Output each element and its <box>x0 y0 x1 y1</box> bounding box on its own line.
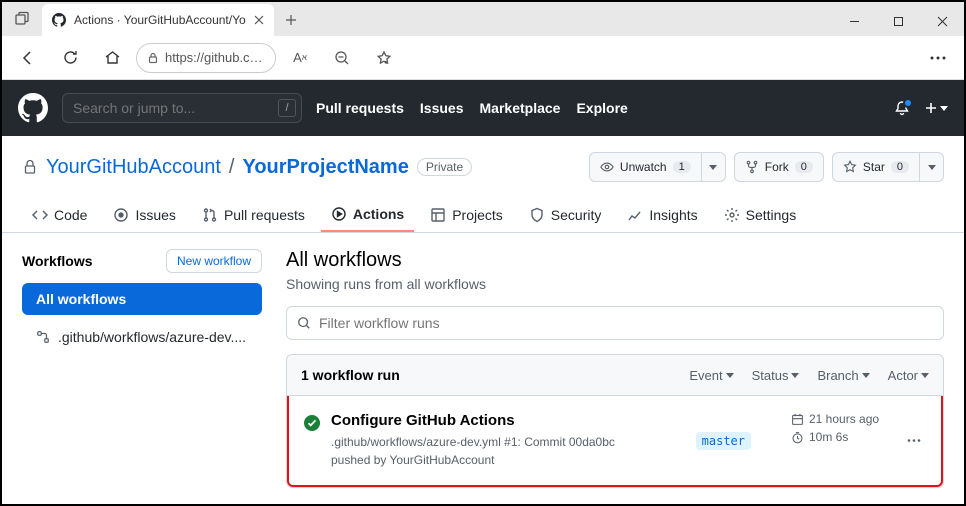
repo-owner-link[interactable]: YourGitHubAccount <box>46 156 221 179</box>
tab-code[interactable]: Code <box>22 198 97 232</box>
workflow-runs-list: 1 workflow run Event Status Branch Actor… <box>286 354 944 488</box>
tab-projects[interactable]: Projects <box>420 198 513 232</box>
filter-status[interactable]: Status <box>752 368 800 383</box>
tab-security[interactable]: Security <box>519 198 612 232</box>
workflows-sidebar: Workflows New workflow All workflows .gi… <box>22 249 262 488</box>
highlighted-area: Configure GitHub Actions .github/workflo… <box>287 396 943 487</box>
star-dropdown[interactable] <box>920 152 944 182</box>
filter-input[interactable] <box>319 315 933 331</box>
tab-insights[interactable]: Insights <box>617 198 707 232</box>
repo-tabs: Code Issues Pull requests Actions Projec… <box>2 182 964 233</box>
fork-button[interactable]: Fork 0 <box>734 152 824 182</box>
close-tab-icon[interactable] <box>254 15 264 25</box>
branch-badge[interactable]: master <box>696 432 751 450</box>
github-header: / Pull requests Issues Marketplace Explo… <box>2 80 964 136</box>
runs-count: 1 workflow run <box>301 367 400 383</box>
page-body: Workflows New workflow All workflows .gi… <box>2 233 964 504</box>
nav-marketplace[interactable]: Marketplace <box>480 100 561 116</box>
filter-branch[interactable]: Branch <box>817 368 869 383</box>
tab-actions[interactable]: Actions <box>321 198 414 232</box>
repo-name-link[interactable]: YourProjectName <box>242 156 408 179</box>
success-icon <box>303 414 321 432</box>
page-subtitle: Showing runs from all workflows <box>286 276 944 292</box>
github-logo[interactable] <box>18 93 48 123</box>
star-button[interactable]: Star 0 <box>832 152 920 182</box>
text-size-button[interactable]: Aﬡ <box>282 40 318 76</box>
run-title[interactable]: Configure GitHub Actions <box>331 412 656 429</box>
runs-list-header: 1 workflow run Event Status Branch Actor <box>287 355 943 396</box>
search-icon <box>297 316 311 330</box>
lock-icon <box>22 159 38 175</box>
tab-stack-icon[interactable] <box>2 2 42 36</box>
workflow-item[interactable]: .github/workflows/azure-dev.... <box>22 323 262 351</box>
sidebar-title: Workflows <box>22 253 93 269</box>
stopwatch-icon <box>791 431 804 444</box>
tab-title: Actions · YourGitHubAccount/Yo <box>74 13 246 27</box>
browser-titlebar: Actions · YourGitHubAccount/Yo <box>2 2 964 36</box>
filter-event[interactable]: Event <box>689 368 733 383</box>
repo-header: YourGitHubAccount / YourProjectName Priv… <box>2 136 964 182</box>
github-favicon <box>52 13 66 27</box>
refresh-button[interactable] <box>52 40 88 76</box>
back-button[interactable] <box>10 40 46 76</box>
minimize-button[interactable] <box>832 6 876 36</box>
url-field[interactable]: https://github.c… <box>136 43 276 73</box>
close-window-button[interactable] <box>920 6 964 36</box>
unwatch-dropdown[interactable] <box>702 152 726 182</box>
unwatch-button[interactable]: Unwatch 1 <box>589 152 702 182</box>
new-tab-button[interactable] <box>274 4 308 36</box>
visibility-badge: Private <box>417 158 472 176</box>
notifications-button[interactable] <box>894 100 910 116</box>
all-workflows-item[interactable]: All workflows <box>22 283 262 315</box>
global-search[interactable]: / <box>62 93 302 123</box>
browser-tab[interactable]: Actions · YourGitHubAccount/Yo <box>42 4 274 36</box>
create-new-button[interactable] <box>924 101 948 115</box>
run-meta: 21 hours ago 10m 6s <box>791 412 891 448</box>
path-separator: / <box>229 156 235 179</box>
home-button[interactable] <box>94 40 130 76</box>
search-input[interactable] <box>62 93 302 123</box>
star-icon <box>843 160 857 174</box>
favorite-button[interactable] <box>366 40 402 76</box>
menu-button[interactable] <box>920 40 956 76</box>
window-controls <box>832 6 964 36</box>
filter-actor[interactable]: Actor <box>888 368 929 383</box>
slash-shortcut: / <box>278 99 296 117</box>
zoom-button[interactable] <box>324 40 360 76</box>
calendar-icon <box>791 413 804 426</box>
main-content: All workflows Showing runs from all work… <box>286 249 944 488</box>
fork-icon <box>745 160 759 174</box>
notification-dot <box>903 98 913 108</box>
maximize-button[interactable] <box>876 6 920 36</box>
tab-pulls[interactable]: Pull requests <box>192 198 315 232</box>
page-title: All workflows <box>286 249 944 272</box>
header-nav: Pull requests Issues Marketplace Explore <box>316 100 628 116</box>
workflow-run-row[interactable]: Configure GitHub Actions .github/workflo… <box>289 396 941 485</box>
tab-issues[interactable]: Issues <box>103 198 185 232</box>
run-menu-button[interactable] <box>901 439 927 442</box>
nav-issues[interactable]: Issues <box>420 100 464 116</box>
address-bar: https://github.c… Aﬡ <box>2 36 964 80</box>
url-text: https://github.c… <box>165 50 263 65</box>
lock-icon <box>147 52 159 64</box>
workflow-icon <box>36 330 50 344</box>
run-description: .github/workflows/azure-dev.yml #1: Comm… <box>331 433 656 469</box>
tab-settings[interactable]: Settings <box>714 198 807 232</box>
filter-runs[interactable] <box>286 306 944 340</box>
nav-pulls[interactable]: Pull requests <box>316 100 404 116</box>
eye-icon <box>600 160 614 174</box>
new-workflow-button[interactable]: New workflow <box>166 249 262 273</box>
nav-explore[interactable]: Explore <box>576 100 627 116</box>
